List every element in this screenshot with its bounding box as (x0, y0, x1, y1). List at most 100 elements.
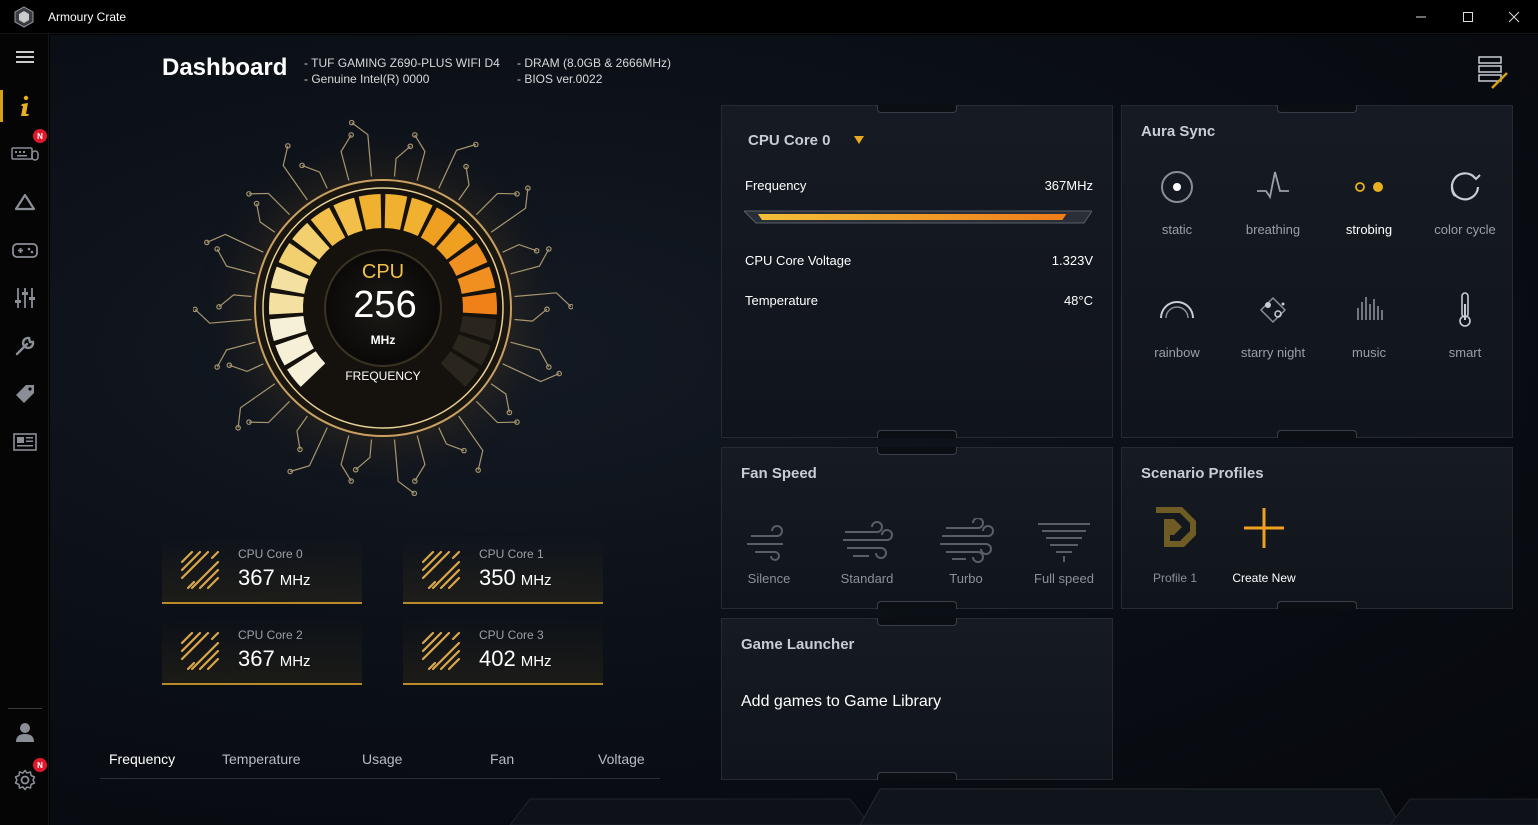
core-frequency: 350 MHz (479, 565, 552, 590)
cpu-core-icon (180, 550, 220, 590)
game-library-icon (11, 243, 38, 258)
maximize-icon (1463, 12, 1473, 22)
fan-mode-standard[interactable]: Standard (817, 518, 917, 598)
main-content: Dashboard - TUF GAMING Z690-PLUS WIFI D4… (50, 35, 1538, 825)
customize-dashboard-icon[interactable] (1478, 55, 1510, 91)
settings-tuning-icon (14, 288, 35, 308)
tab-fan[interactable]: Fan (490, 751, 514, 767)
news-icon (12, 433, 37, 451)
dram-info: - DRAM (8.0GB & 2666MHz) (517, 56, 672, 70)
tab-frequency[interactable]: Frequency (109, 751, 175, 767)
aura-effect-rainbow[interactable]: rainbow (1129, 290, 1225, 390)
panel-notch (877, 430, 957, 438)
gauge-value: 256 (353, 284, 416, 326)
core-frequency: 402 MHz (479, 646, 552, 671)
minimize-button[interactable] (1398, 0, 1444, 34)
fan-mode-label: Standard (840, 571, 894, 586)
starry-night-icon (1259, 296, 1287, 324)
add-games-link[interactable]: Add games to Game Library (741, 693, 941, 711)
core-frequency: 367 MHz (238, 646, 311, 671)
panel-notch (1277, 105, 1357, 113)
core-selector-value: CPU Core 0 (748, 132, 831, 149)
aura-effect-smart[interactable]: smart (1417, 290, 1513, 390)
turbo-icon (940, 518, 994, 563)
sidebar-item-game-library[interactable] (0, 230, 49, 270)
fan-mode-turbo[interactable]: Turbo (916, 518, 1016, 598)
aura-effect-color-cycle[interactable]: color cycle (1417, 167, 1513, 267)
motherboard-info: - TUF GAMING Z690-PLUS WIFI D4 (304, 56, 500, 70)
page-title: Dashboard (162, 54, 288, 81)
sidebar-item-deals[interactable] (0, 374, 49, 414)
menu-button[interactable] (0, 37, 49, 77)
chart-tabs: Frequency Temperature Usage Fan Voltage (100, 741, 660, 779)
tools-icon (15, 336, 34, 356)
tab-voltage[interactable]: Voltage (598, 751, 645, 767)
fan-mode-label: Silence (747, 571, 791, 586)
cpu-info-panel: CPU Core 0 Frequency 367MHz CPU Core Vol… (721, 105, 1113, 438)
core-selector[interactable]: CPU Core 0 (748, 132, 865, 149)
scenario-profiles-title[interactable]: Scenario Profiles (1141, 465, 1264, 482)
panel-notch (877, 618, 957, 626)
aura-effect-label: breathing (1245, 222, 1301, 237)
deals-icon (15, 385, 34, 403)
aura-effect-label: color cycle (1434, 222, 1496, 237)
window-title: Armoury Crate (48, 10, 127, 24)
aura-effect-breathing[interactable]: breathing (1225, 167, 1321, 267)
scenario-profiles-panel: Scenario Profiles Profile 1 Create New (1121, 447, 1513, 609)
sidebar-divider (8, 708, 42, 709)
system-info-left: - TUF GAMING Z690-PLUS WIFI D4 - Genuine… (304, 55, 500, 87)
fan-mode-full-speed[interactable]: Full speed (1014, 518, 1114, 598)
maximize-button[interactable] (1445, 0, 1491, 34)
aura-effect-strobing[interactable]: strobing (1321, 167, 1417, 267)
frequency-bar (744, 210, 1092, 224)
temperature-value: 48°C (1063, 293, 1093, 308)
aura-effect-label: strobing (1345, 222, 1393, 237)
fan-mode-label: Turbo (949, 571, 983, 586)
core-name: CPU Core 2 (238, 628, 303, 642)
panel-notch (1277, 430, 1357, 438)
sidebar-item-settings[interactable]: N (0, 758, 49, 800)
core-name: CPU Core 0 (238, 547, 303, 561)
aura-effect-static[interactable]: static (1129, 167, 1225, 267)
system-info-right: - DRAM (8.0GB & 2666MHz) - BIOS ver.0022 (517, 55, 671, 87)
tab-temperature[interactable]: Temperature (222, 751, 301, 767)
core-card: CPU Core 1 350 MHz (403, 536, 603, 604)
game-launcher-title[interactable]: Game Launcher (741, 636, 854, 653)
sidebar-item-tools[interactable] (0, 326, 49, 366)
sidebar-item-system-tuning[interactable] (0, 278, 49, 318)
strobing-icon (1355, 182, 1383, 192)
aura-effect-music[interactable]: music (1321, 290, 1417, 390)
breathing-icon (1257, 171, 1289, 200)
aura-effect-starry-night[interactable]: starry night (1225, 290, 1321, 390)
core-name: CPU Core 3 (479, 628, 544, 642)
core-card: CPU Core 2 367 MHz (162, 617, 362, 685)
menu-icon (15, 51, 34, 63)
aura-effect-label: static (1161, 222, 1193, 237)
core-card: CPU Core 0 367 MHz (162, 536, 362, 604)
frequency-label: Frequency (745, 178, 807, 193)
devices-icon (10, 147, 39, 161)
static-icon (1161, 171, 1193, 203)
create-new-profile-button[interactable]: Create New (1219, 505, 1309, 605)
frequency-value: 367MHz (1044, 178, 1093, 193)
sidebar-item-dashboard[interactable] (0, 86, 49, 126)
aura-title[interactable]: Aura Sync (1141, 123, 1215, 140)
sidebar-item-news[interactable] (0, 422, 49, 462)
sidebar-item-devices[interactable]: N (0, 129, 49, 172)
plus-icon (1244, 508, 1284, 548)
profile-1[interactable]: Profile 1 (1130, 505, 1220, 605)
color-cycle-icon (1450, 172, 1481, 201)
title-bar: Armoury Crate (0, 0, 1538, 34)
fan-mode-silence[interactable]: Silence (719, 518, 819, 598)
fan-speed-title[interactable]: Fan Speed (741, 465, 817, 482)
tab-usage[interactable]: Usage (362, 751, 402, 767)
cpu-core-icon (421, 631, 461, 671)
aura-effect-label: starry night (1240, 345, 1306, 360)
standard-icon (843, 521, 893, 559)
sidebar-item-aura[interactable] (0, 182, 49, 222)
bios-info: - BIOS ver.0022 (517, 72, 603, 86)
close-button[interactable] (1491, 0, 1537, 34)
gauge-label: CPU (362, 261, 404, 283)
minimize-icon (1416, 16, 1426, 18)
sidebar-item-user[interactable] (0, 712, 49, 752)
